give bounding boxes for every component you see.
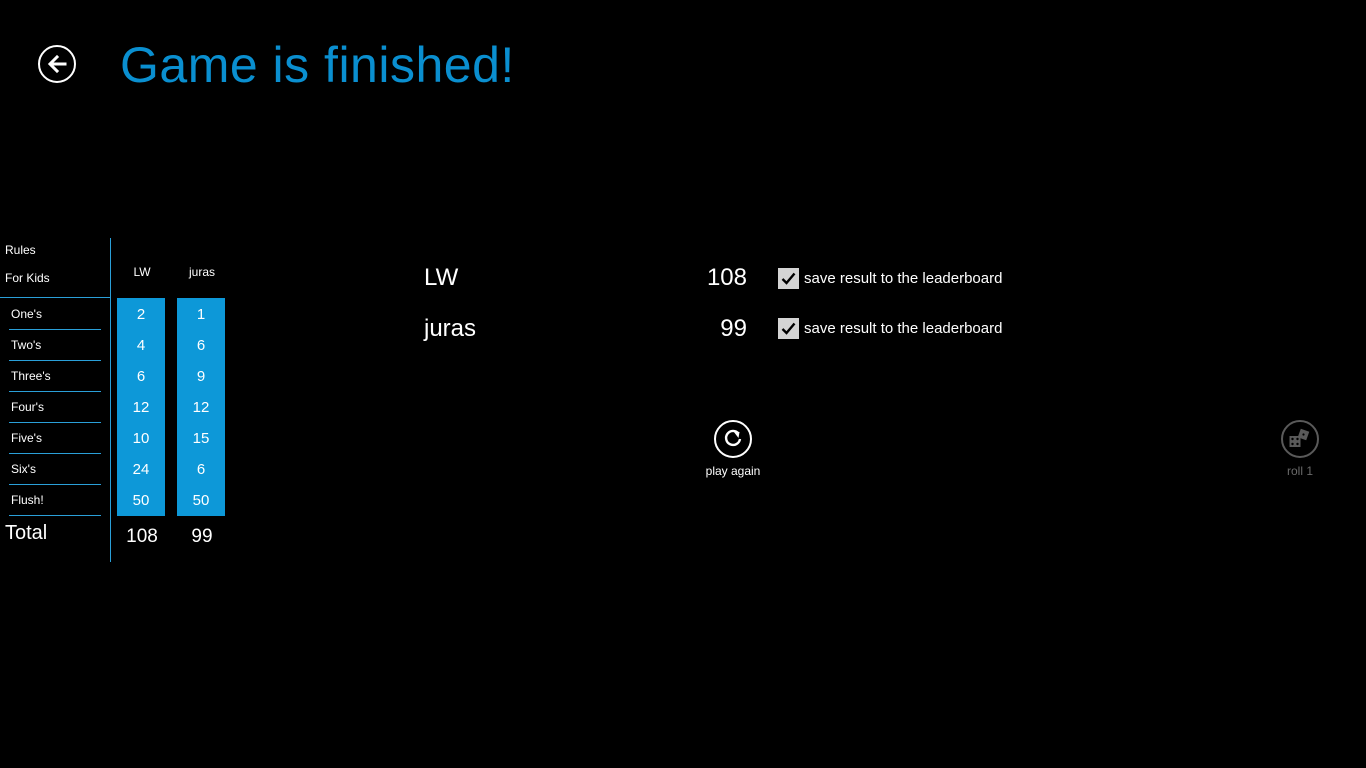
back-button[interactable] [38, 45, 76, 83]
row-label-sixes: Six's [11, 462, 36, 476]
save-result-label[interactable]: save result to the leaderboard [804, 320, 1002, 337]
play-again-circle [714, 420, 752, 458]
player-header-lw: LW [133, 265, 151, 279]
score-cell[interactable]: 9 [177, 361, 225, 392]
total-value-juras: 99 [191, 526, 213, 547]
checkmark-icon [781, 272, 796, 285]
score-cell[interactable]: 12 [177, 392, 225, 423]
score-cell[interactable]: 15 [177, 423, 225, 454]
for-kids-label: For Kids [5, 271, 50, 285]
checkmark-icon [781, 322, 796, 335]
row-label-threes: Three's [11, 369, 51, 383]
total-value-lw: 108 [126, 526, 158, 547]
result-player-score: 108 [706, 264, 747, 291]
refresh-icon [724, 429, 742, 447]
result-player-score: 99 [720, 315, 747, 342]
arrow-left-icon [47, 54, 67, 74]
score-cell[interactable]: 2 [117, 299, 165, 330]
score-cell[interactable]: 1 [177, 299, 225, 330]
roll-button[interactable]: roll 1 [1260, 420, 1340, 478]
score-cell[interactable]: 6 [117, 361, 165, 392]
row-label-twos: Two's [11, 338, 42, 352]
score-cell[interactable]: 12 [117, 392, 165, 423]
row-label-flush: Flush! [11, 493, 44, 507]
page-title: Game is finished! [120, 37, 515, 93]
rules-label: Rules [5, 243, 36, 257]
vertical-divider [110, 238, 111, 562]
play-again-button[interactable]: play again [693, 420, 773, 478]
roll-label: roll 1 [1286, 464, 1313, 478]
score-cell[interactable]: 50 [117, 485, 165, 516]
result-player-name: LW [424, 264, 459, 291]
scoreboard: Rules For Kids LW juras One's Two's Thre… [0, 236, 240, 566]
score-cell[interactable]: 50 [177, 485, 225, 516]
score-column-lw: 2 4 6 12 10 24 50 [117, 298, 165, 516]
score-column-juras: 1 6 9 12 15 6 50 [177, 298, 225, 516]
dice-icon [1289, 428, 1310, 447]
result-player-name: juras [424, 315, 477, 342]
row-label-ones: One's [11, 307, 42, 321]
roll-circle [1281, 420, 1319, 458]
row-label-fives: Five's [11, 431, 42, 445]
player-header-juras: juras [188, 265, 215, 279]
score-cell[interactable]: 6 [177, 454, 225, 485]
score-cell[interactable]: 6 [177, 330, 225, 361]
row-divider [9, 515, 101, 516]
save-result-checkbox[interactable] [778, 268, 799, 289]
score-cell[interactable]: 24 [117, 454, 165, 485]
save-result-checkbox[interactable] [778, 318, 799, 339]
row-label-fours: Four's [11, 400, 44, 414]
score-cell[interactable]: 10 [117, 423, 165, 454]
total-label: Total [5, 522, 48, 544]
score-cell[interactable]: 4 [117, 330, 165, 361]
play-again-label: play again [705, 464, 761, 478]
header-divider [0, 297, 110, 298]
save-result-label[interactable]: save result to the leaderboard [804, 270, 1002, 287]
game-finished-page: Game is finished! Rules For Kids LW jura… [0, 0, 1366, 768]
